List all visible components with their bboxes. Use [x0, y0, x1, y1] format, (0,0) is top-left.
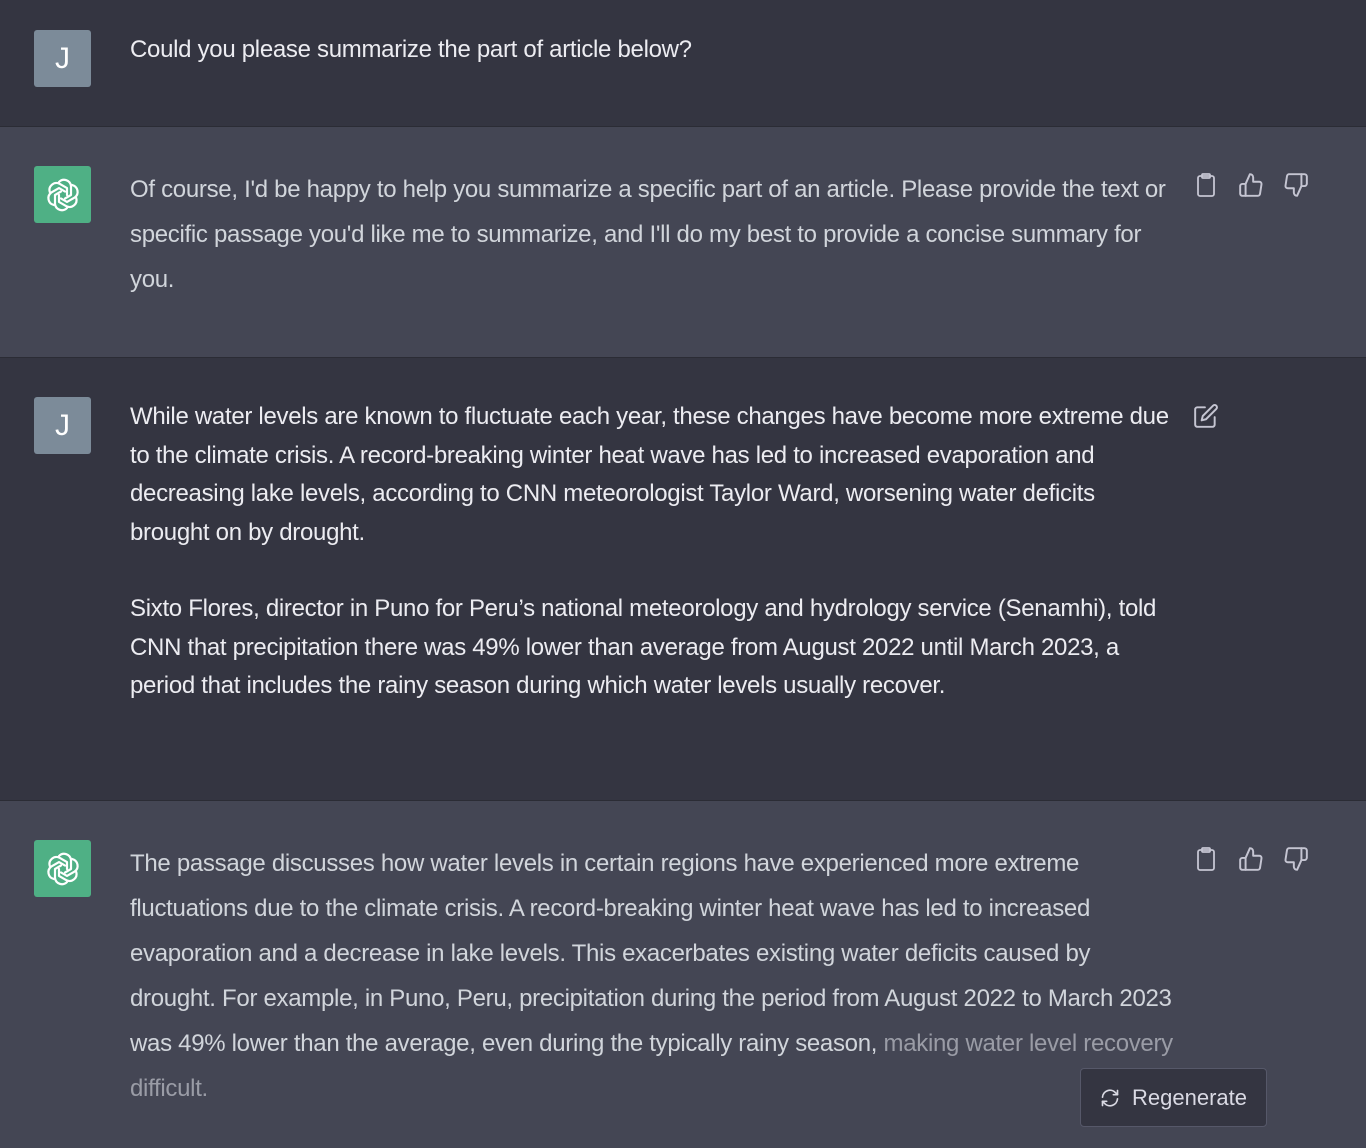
assistant-avatar — [34, 840, 91, 897]
message-paragraph: Sixto Flores, director in Puno for Peru’… — [130, 595, 1157, 699]
message-paragraph: Could you please summarize the part of a… — [130, 36, 692, 63]
thumbs-down-icon — [1284, 847, 1308, 871]
thumbs-down-button[interactable] — [1282, 845, 1310, 873]
message-text: The passage discusses how water levels i… — [130, 841, 1175, 1111]
message-actions — [1192, 402, 1220, 430]
refresh-icon — [1101, 1088, 1119, 1107]
message-actions — [1192, 845, 1310, 873]
edit-icon — [1194, 404, 1218, 428]
thumbs-up-button[interactable] — [1237, 845, 1265, 873]
regenerate-label: Regenerate — [1132, 1084, 1247, 1110]
message-actions — [1192, 171, 1310, 199]
chat-thread: J Could you please summarize the part of… — [0, 0, 1366, 1148]
assistant-avatar — [34, 166, 91, 223]
openai-logo-icon — [46, 852, 79, 885]
copy-button[interactable] — [1192, 845, 1220, 873]
message-paragraph: Of course, I'd be happy to help you summ… — [130, 176, 1166, 293]
message-paragraph: The passage discusses how water levels i… — [130, 850, 1173, 1102]
assistant-message: Of course, I'd be happy to help you summ… — [0, 127, 1366, 358]
openai-logo-icon — [46, 178, 79, 211]
message-text: Of course, I'd be happy to help you summ… — [130, 167, 1175, 302]
user-avatar: J — [34, 30, 91, 87]
message-paragraph: While water levels are known to fluctuat… — [130, 403, 1169, 546]
thumbs-up-icon — [1239, 847, 1263, 871]
copy-button[interactable] — [1192, 171, 1220, 199]
message-text: While water levels are known to fluctuat… — [130, 398, 1175, 706]
user-message: J Could you please summarize the part of… — [0, 0, 1366, 127]
thumbs-down-icon — [1284, 173, 1308, 197]
regenerate-button[interactable]: Regenerate — [1080, 1068, 1267, 1127]
user-message: J While water levels are known to fluctu… — [0, 358, 1366, 801]
thumbs-up-icon — [1239, 173, 1263, 197]
clipboard-icon — [1197, 173, 1215, 197]
thumbs-down-button[interactable] — [1282, 171, 1310, 199]
message-text: Could you please summarize the part of a… — [130, 31, 1175, 70]
user-avatar: J — [34, 397, 91, 454]
clipboard-icon — [1197, 847, 1215, 871]
thumbs-up-button[interactable] — [1237, 171, 1265, 199]
edit-button[interactable] — [1192, 402, 1220, 430]
